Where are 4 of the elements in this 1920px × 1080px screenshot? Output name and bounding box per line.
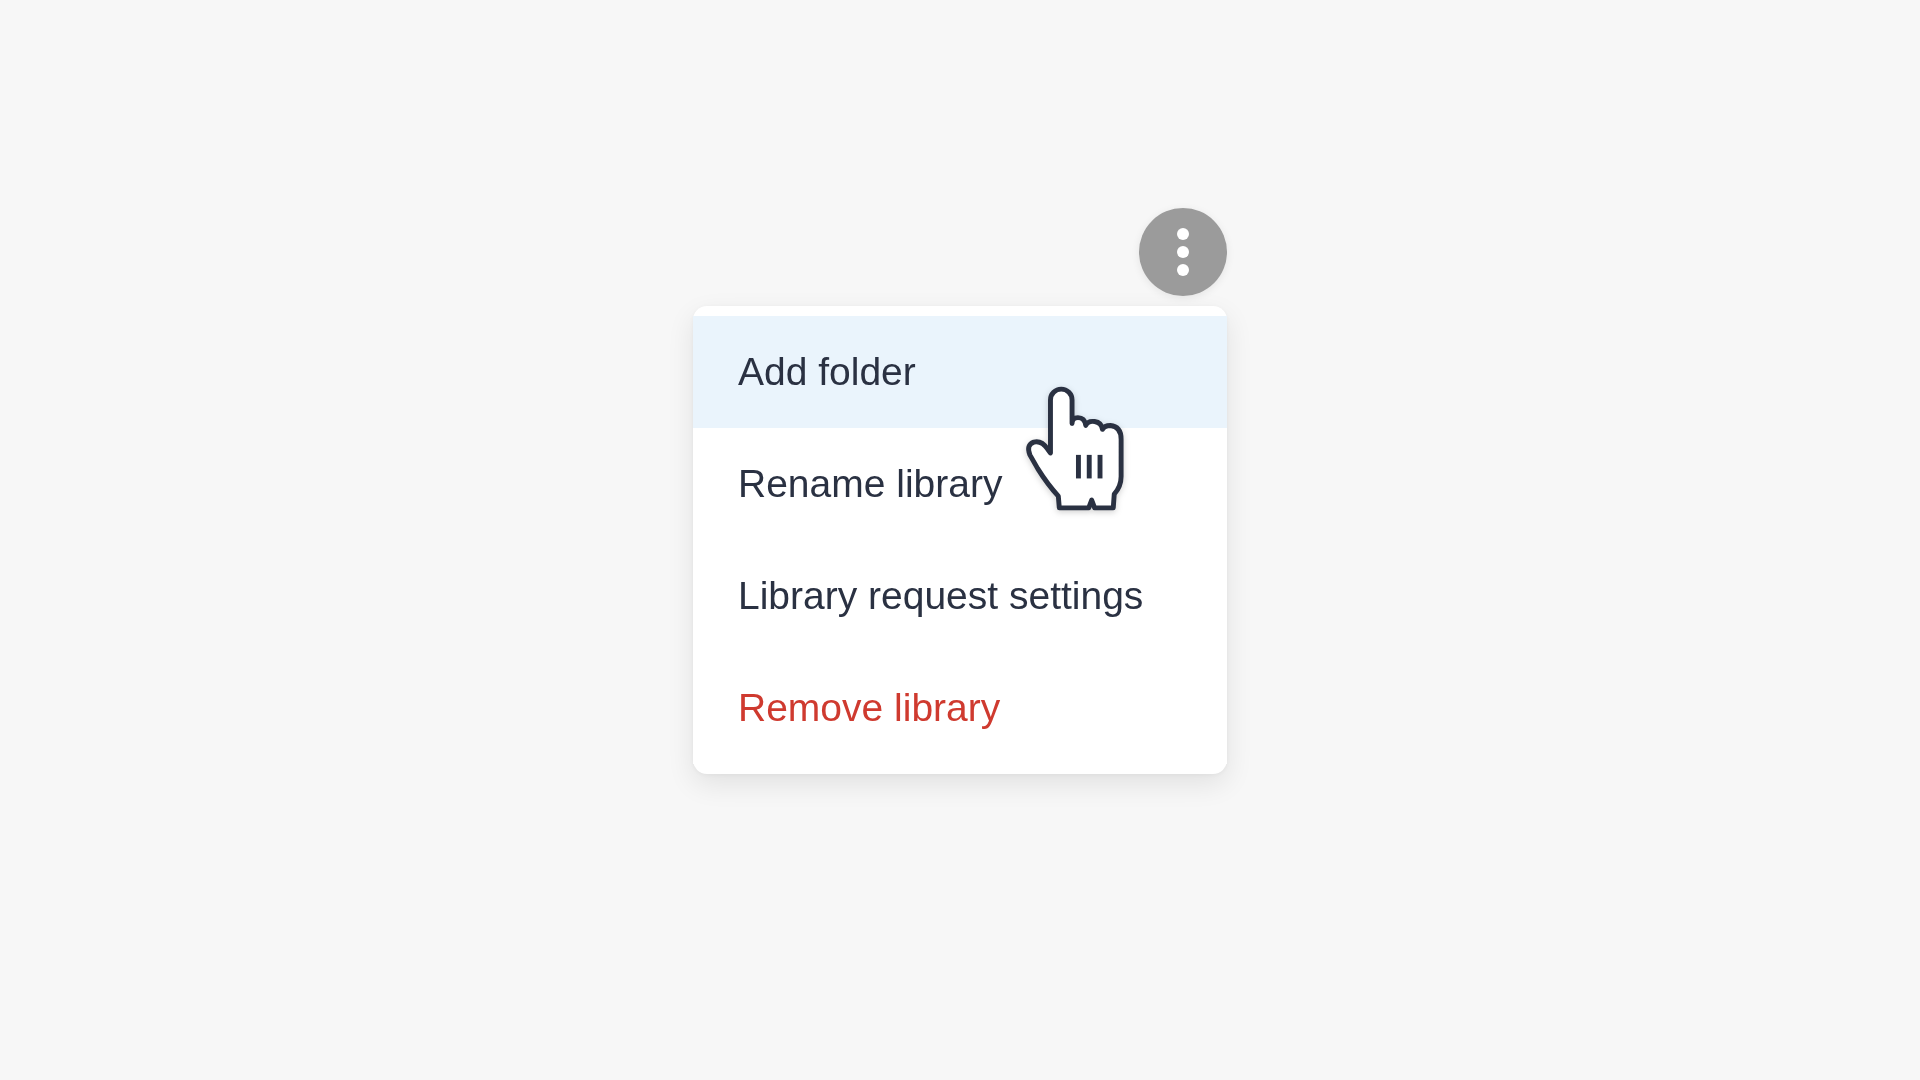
menu-item[interactable]: Remove library [693,652,1227,764]
menu-item[interactable]: Add folder [693,316,1227,428]
menu-item[interactable]: Library request settings [693,540,1227,652]
more-vertical-icon [1176,227,1190,277]
